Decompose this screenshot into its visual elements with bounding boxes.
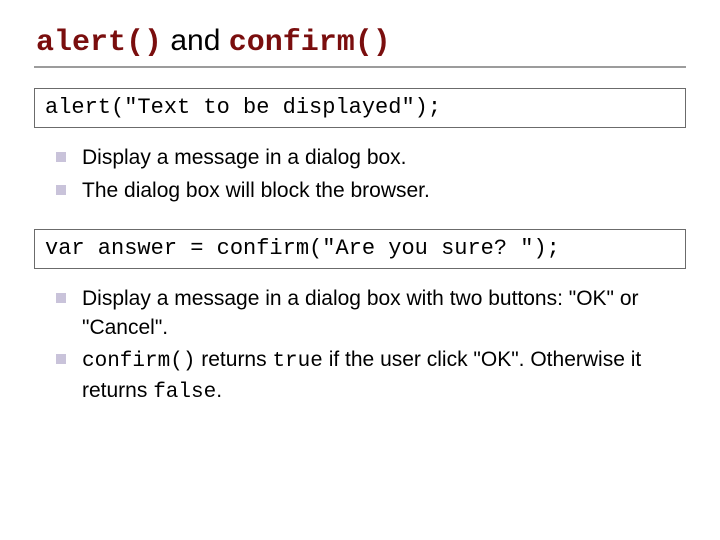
list-item: Display a message in a dialog box. <box>56 144 682 172</box>
list-item: The dialog box will block the browser. <box>56 177 682 205</box>
text-span: . <box>216 379 222 402</box>
title-and: and <box>162 24 229 57</box>
bullet-list-alert: Display a message in a dialog box. The d… <box>34 144 686 205</box>
code-box-alert: alert("Text to be displayed"); <box>34 88 686 128</box>
list-item: confirm() returns true if the user click… <box>56 346 682 407</box>
slide-title: alert() and confirm() <box>36 18 686 60</box>
title-code-confirm: confirm() <box>229 26 391 60</box>
title-code-alert: alert() <box>36 26 162 60</box>
code-inline: false <box>153 381 216 404</box>
list-item: Display a message in a dialog box with t… <box>56 285 682 342</box>
code-inline: true <box>272 350 322 373</box>
bullet-list-confirm: Display a message in a dialog box with t… <box>34 285 686 406</box>
code-inline: confirm() <box>82 350 195 373</box>
slide: alert() and confirm() alert("Text to be … <box>0 0 720 540</box>
text-span: returns <box>195 348 272 371</box>
code-box-confirm: var answer = confirm("Are you sure? "); <box>34 229 686 269</box>
title-divider <box>34 66 686 68</box>
